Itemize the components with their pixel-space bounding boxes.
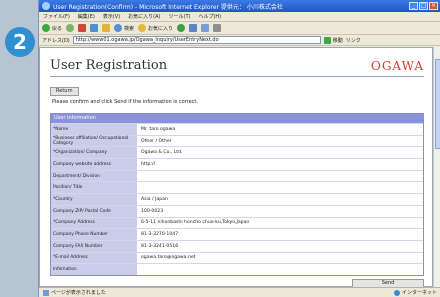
table-row: *Name Mr. taro ogawa — [51, 123, 423, 135]
maximize-button[interactable]: □ — [419, 2, 428, 10]
row-label: *Name — [51, 124, 137, 135]
row-label: Company FAX Number — [51, 240, 137, 252]
menu-bar: ファイル(F) 編集(E) 表示(V) お気に入り(A) ツール(T) ヘルプ(… — [39, 12, 440, 22]
page-header: User Registration OGAWA — [50, 53, 424, 77]
row-label: *Company Address — [51, 217, 137, 229]
row-label: Department/ Division — [51, 170, 137, 182]
page-viewport: User Registration OGAWA Return Please co… — [39, 47, 433, 288]
print-icon[interactable] — [213, 24, 222, 32]
forward-arrow-icon[interactable] — [66, 24, 75, 32]
table-row: Position/ Title — [51, 181, 423, 194]
return-button[interactable]: Return — [50, 87, 79, 96]
row-value — [137, 264, 423, 275]
row-value: 81-3-3241-0516 — [137, 240, 423, 252]
url-input[interactable]: http://www01.ogawa.jp/Ogawa_Inquiry/User… — [72, 36, 321, 44]
mail-icon[interactable] — [201, 24, 210, 32]
vertical-scrollbar[interactable] — [433, 47, 440, 287]
window-title: User Registration(Confirm) - Microsoft I… — [53, 3, 283, 11]
address-bar: アドレス(D) http://www01.ogawa.jp/Ogawa_Inqu… — [39, 35, 440, 46]
table-row: Company Phone Number 81-3-3270-1047 — [51, 228, 423, 240]
go-button[interactable]: 移動 — [323, 36, 343, 44]
media-icon[interactable] — [177, 24, 186, 32]
table-row: Infomation — [51, 263, 423, 275]
status-text: ページが表示されました — [51, 290, 106, 296]
brand-logo: OGAWA — [370, 59, 424, 73]
row-label: *E-mail Address — [51, 252, 137, 264]
search-label: 検索 — [124, 25, 135, 32]
home-icon[interactable] — [102, 24, 111, 32]
row-value: Asia / Japan — [137, 194, 423, 205]
row-label: *Country — [51, 194, 137, 205]
go-arrow-icon — [323, 36, 331, 44]
ie-icon — [42, 2, 50, 10]
menu-help[interactable]: ヘルプ(H) — [198, 13, 221, 20]
page-title: User Registration — [50, 58, 168, 73]
table-row: *E-mail Address ogawa.taro@ogawa.net — [51, 251, 423, 264]
back-label: 戻る — [52, 25, 63, 32]
table-row: Company FAX Number 81-3-3241-0516 — [51, 239, 423, 252]
row-label: Company ZIP/ Postal Code — [51, 205, 137, 217]
internet-zone-icon — [393, 289, 400, 296]
history-icon[interactable] — [189, 24, 198, 32]
user-info-table: User Information *Name Mr. taro ogawa *B… — [50, 113, 424, 276]
row-value: Mr. taro ogawa — [137, 124, 423, 135]
table-row: Company website address http:// — [51, 158, 423, 170]
scrollbar-thumb[interactable] — [435, 59, 440, 149]
star-icon — [138, 24, 147, 32]
table-row: *Company Address 6-5-11 nihonbashi honch… — [51, 216, 423, 229]
row-label: *Business affiliation/ Occupational Cate… — [51, 135, 137, 147]
step-number-badge: 2 — [5, 27, 35, 57]
row-label: *Organization/ Company — [51, 147, 137, 159]
row-value: 81-3-3270-1047 — [137, 229, 423, 240]
table-row: *Business affiliation/ Occupational Cate… — [51, 134, 423, 147]
favorites-label: お気に入り — [148, 25, 174, 32]
row-value: Other / Other — [137, 135, 423, 147]
status-bar: ページが表示されました インターネット — [39, 287, 440, 297]
search-icon — [114, 24, 123, 32]
row-value: 6-5-11 nihonbashi honcho chuo-ku,Tokyo,J… — [137, 217, 423, 229]
menu-file[interactable]: ファイル(F) — [43, 13, 70, 20]
stop-icon[interactable] — [78, 24, 87, 32]
table-row: Company ZIP/ Postal Code 100-0023 — [51, 204, 423, 217]
back-arrow-icon — [42, 24, 50, 32]
registration-page: User Registration OGAWA Return Please co… — [50, 53, 424, 288]
row-value: 100-0023 — [137, 205, 423, 217]
go-label: 移動 — [332, 37, 343, 44]
menu-favorites[interactable]: お気に入り(A) — [128, 13, 160, 20]
zone-text: インターネット — [401, 290, 437, 296]
row-label: Infomation — [51, 264, 137, 275]
row-value — [137, 170, 423, 182]
row-value: Ogawa & Co., Ltd. — [137, 147, 423, 159]
menu-edit[interactable]: 編集(E) — [78, 13, 95, 20]
table-row: *Organization/ Company Ogawa & Co., Ltd. — [51, 146, 423, 159]
table-row: Department/ Division — [51, 169, 423, 182]
menu-view[interactable]: 表示(V) — [103, 13, 120, 20]
toolbar: 戻る 検索 お気に入り — [39, 22, 440, 35]
row-value — [137, 182, 423, 194]
links-label[interactable]: リンク — [346, 37, 361, 44]
row-label: Company Phone Number — [51, 229, 137, 240]
browser-window: User Registration(Confirm) - Microsoft I… — [38, 0, 440, 297]
row-value: ogawa.taro@ogawa.net — [137, 252, 423, 264]
search-button[interactable]: 検索 — [114, 24, 134, 32]
title-bar: User Registration(Confirm) - Microsoft I… — [39, 0, 440, 12]
row-value: http:// — [137, 159, 423, 170]
row-label: Company website address — [51, 159, 137, 170]
minimize-button[interactable]: _ — [409, 2, 418, 10]
close-button[interactable]: × — [429, 2, 438, 10]
table-header: User Information — [51, 114, 423, 123]
table-row: *Country Asia / Japan — [51, 193, 423, 205]
menu-tools[interactable]: ツール(T) — [169, 13, 191, 20]
favorites-button[interactable]: お気に入り — [138, 24, 173, 32]
back-button[interactable]: 戻る — [42, 24, 62, 32]
refresh-icon[interactable] — [90, 24, 99, 32]
instructions-text: Please confirm and click Send if the inf… — [52, 99, 198, 105]
page-done-icon — [43, 289, 49, 296]
address-label: アドレス(D) — [42, 37, 70, 44]
row-label: Position/ Title — [51, 182, 137, 194]
